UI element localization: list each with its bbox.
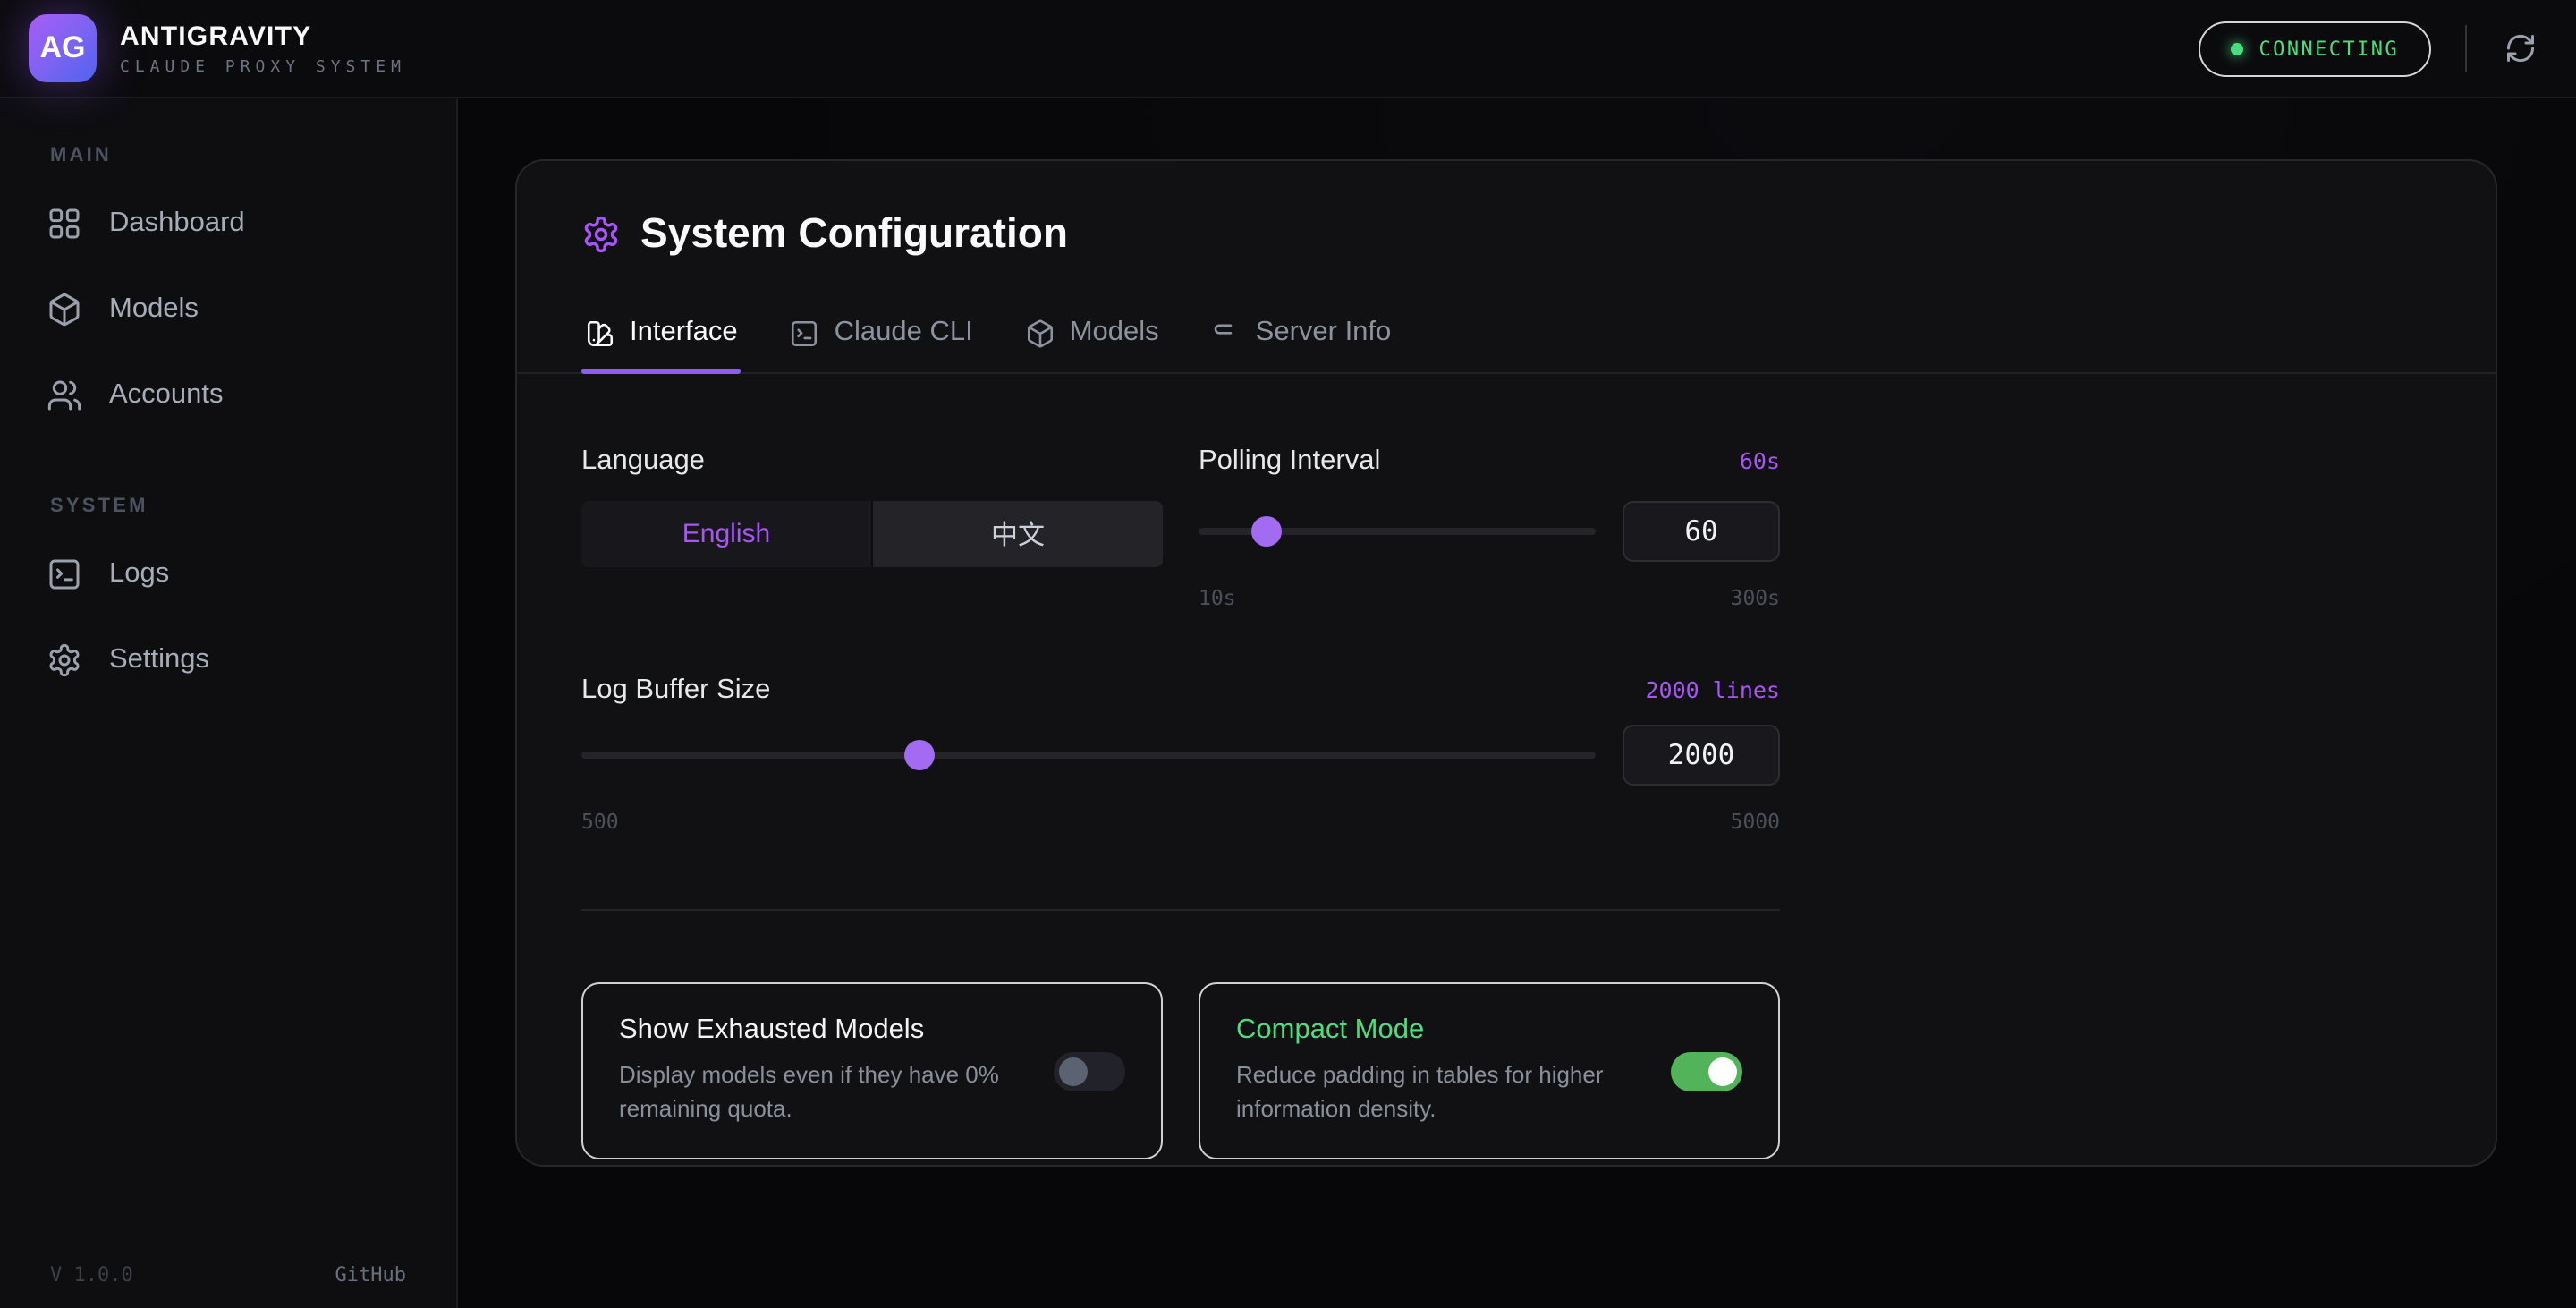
sidebar-item-label: Dashboard (109, 208, 245, 240)
refresh-button[interactable] (2501, 29, 2540, 68)
app-logo: AG (29, 14, 97, 82)
cube-icon (47, 292, 82, 327)
version-label: V 1.0.0 (50, 1263, 133, 1287)
toggle-knob (1708, 1058, 1737, 1087)
log-buffer-label: Log Buffer Size (581, 675, 770, 707)
sidebar-item-label: Logs (109, 558, 169, 590)
show-exhausted-models-title: Show Exhausted Models (619, 1015, 1013, 1047)
language-label: Language (581, 446, 705, 478)
polling-interval-field: Polling Interval 60s 10s 30 (1199, 446, 1780, 610)
users-icon (47, 378, 82, 413)
grid-icon (47, 206, 82, 242)
settings-tabs: Interface Claude CLI Models Server Info (517, 301, 2496, 374)
server-icon (1211, 318, 1241, 348)
show-exhausted-models-description: Display models even if they have 0% rema… (619, 1059, 1013, 1126)
tab-label: Interface (630, 317, 738, 349)
section-divider (581, 909, 1780, 911)
sidebar-section-system: SYSTEM (50, 496, 431, 517)
log-buffer-max-label: 5000 (1731, 809, 1780, 834)
polling-max-label: 300s (1731, 585, 1780, 610)
sidebar-section-main: MAIN (50, 145, 431, 166)
log-buffer-field: Log Buffer Size 2000 lines 500 5000 (581, 675, 1780, 834)
sidebar-item-label: Settings (109, 644, 209, 676)
sidebar-item-logs[interactable]: Logs (25, 535, 431, 614)
sidebar-item-accounts[interactable]: Accounts (25, 356, 431, 435)
polling-interval-slider[interactable] (1199, 501, 1596, 562)
system-configuration-panel: System Configuration Interface Claude CL… (515, 159, 2497, 1167)
status-label: CONNECTING (2259, 37, 2399, 60)
header-divider (2465, 25, 2467, 72)
page-title: System Configuration (640, 209, 1068, 258)
top-header: AG ANTIGRAVITY CLAUDE PROXY SYSTEM CONNE… (0, 0, 2576, 98)
slider-thumb[interactable] (904, 740, 935, 770)
brand: AG ANTIGRAVITY CLAUDE PROXY SYSTEM (29, 14, 406, 82)
cube-icon (1025, 318, 1055, 348)
app-root: AG ANTIGRAVITY CLAUDE PROXY SYSTEM CONNE… (0, 0, 2576, 1308)
gear-icon (581, 214, 621, 253)
tab-interface[interactable]: Interface (581, 301, 741, 372)
log-buffer-slider[interactable] (581, 725, 1596, 786)
sidebar-item-models[interactable]: Models (25, 270, 431, 349)
sidebar-item-settings[interactable]: Settings (25, 621, 431, 700)
interface-tab-panel: Language English 中文 Polling Interval 60s (517, 374, 1844, 1159)
language-field: Language English 中文 (581, 446, 1163, 610)
compact-mode-card: Compact Mode Reduce padding in tables fo… (1199, 982, 1780, 1159)
polling-interval-label: Polling Interval (1199, 446, 1380, 478)
toggle-knob (1059, 1058, 1088, 1087)
app-title: ANTIGRAVITY (120, 21, 406, 51)
slider-thumb[interactable] (1251, 516, 1282, 547)
connection-status-badge: CONNECTING (2199, 21, 2431, 76)
status-dot-icon (2231, 42, 2243, 55)
tab-label: Server Info (1256, 317, 1392, 349)
sidebar-item-label: Models (109, 293, 199, 326)
show-exhausted-models-card: Show Exhausted Models Display models eve… (581, 982, 1163, 1159)
swatchbook-icon (585, 318, 615, 348)
log-buffer-input[interactable] (1623, 725, 1780, 786)
terminal-icon (790, 318, 820, 348)
sidebar-item-dashboard[interactable]: Dashboard (25, 184, 431, 263)
tab-claude-cli[interactable]: Claude CLI (786, 301, 977, 372)
log-buffer-min-label: 500 (581, 809, 619, 834)
slider-track (581, 752, 1596, 759)
refresh-icon (2504, 32, 2537, 64)
compact-mode-title: Compact Mode (1236, 1015, 1630, 1047)
compact-mode-toggle[interactable] (1671, 1053, 1742, 1092)
tab-models[interactable]: Models (1021, 301, 1163, 372)
github-link[interactable]: GitHub (335, 1263, 407, 1287)
gear-icon (47, 642, 82, 678)
language-segmented-control: English 中文 (581, 501, 1163, 567)
main-content: System Configuration Interface Claude CL… (458, 98, 2576, 1308)
tab-server-info[interactable]: Server Info (1208, 301, 1395, 372)
language-option-chinese[interactable]: 中文 (871, 501, 1163, 567)
language-option-english[interactable]: English (581, 501, 871, 567)
tab-label: Models (1070, 317, 1159, 349)
compact-mode-description: Reduce padding in tables for higher info… (1236, 1059, 1630, 1126)
polling-min-label: 10s (1199, 585, 1236, 610)
sidebar: MAIN Dashboard Models Accounts SYSTEM Lo… (0, 98, 458, 1308)
polling-interval-value-chip: 60s (1740, 447, 1780, 474)
terminal-icon (47, 556, 82, 592)
show-exhausted-models-toggle[interactable] (1054, 1053, 1125, 1092)
sidebar-item-label: Accounts (109, 379, 224, 412)
polling-interval-input[interactable] (1623, 501, 1780, 562)
app-subtitle: CLAUDE PROXY SYSTEM (120, 58, 406, 76)
log-buffer-value-chip: 2000 lines (1645, 676, 1780, 703)
tab-label: Claude CLI (835, 317, 973, 349)
